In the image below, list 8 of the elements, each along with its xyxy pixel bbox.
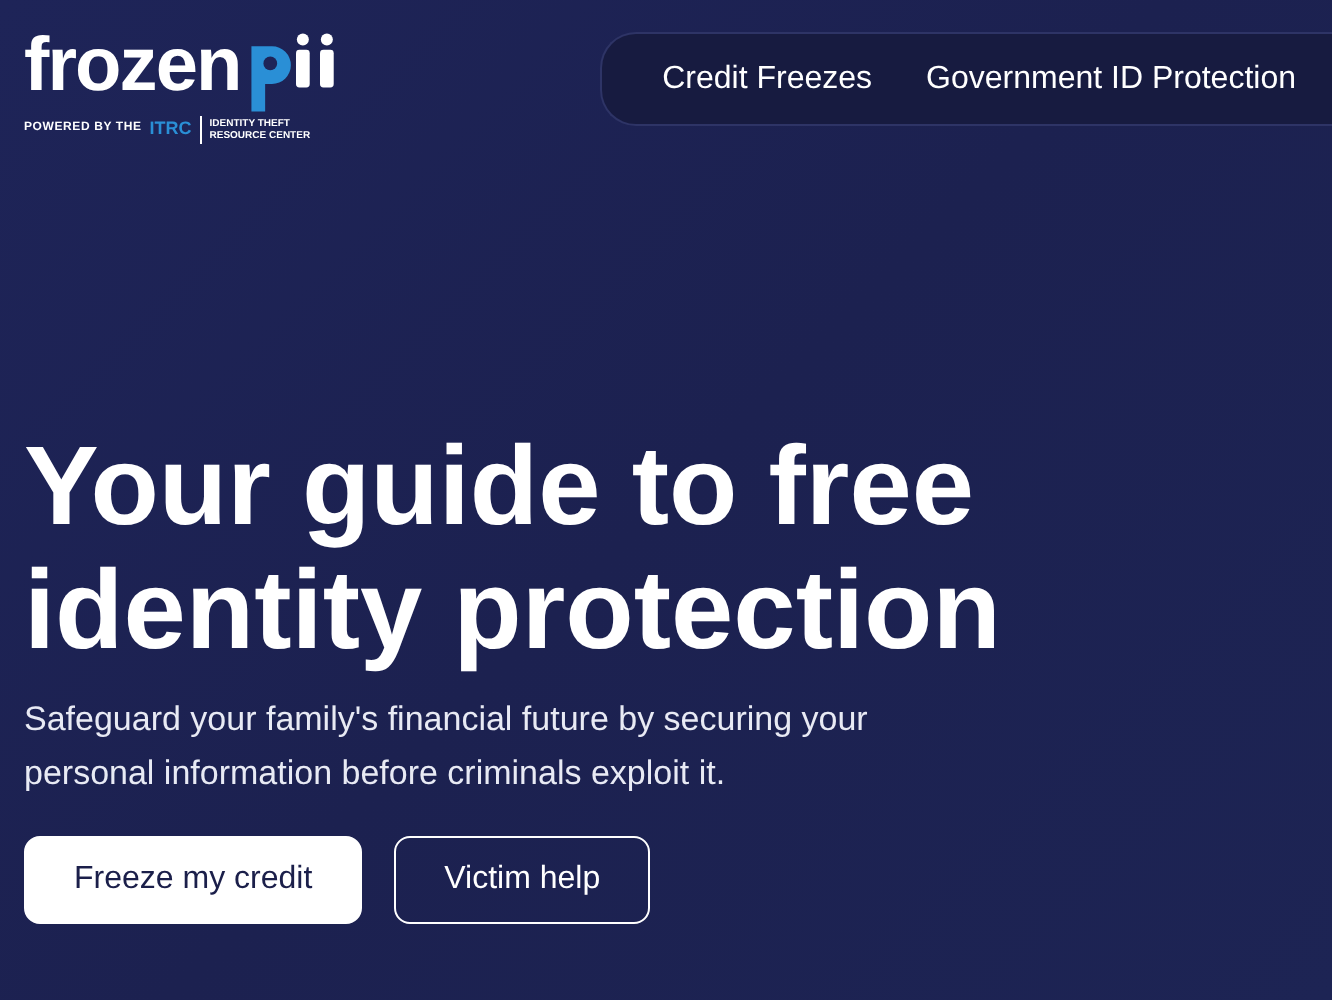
nav-link[interactable]: Credit Freezes xyxy=(662,55,873,103)
victim-help-button[interactable]: Victim help xyxy=(394,835,651,923)
logo-wordmark: frozen xyxy=(24,32,241,100)
hero-title: Your guide to free identity protection xyxy=(24,423,1003,671)
hero-subtitle: Safeguard your family's financial future by securing your personal information before criminals exploit it. xyxy=(24,697,870,795)
freeze-credit-button[interactable]: Freeze my credit xyxy=(24,835,363,923)
nav-link[interactable]: Government ID Protection xyxy=(926,55,1296,103)
partner-logo-text: ITRC xyxy=(149,116,202,143)
